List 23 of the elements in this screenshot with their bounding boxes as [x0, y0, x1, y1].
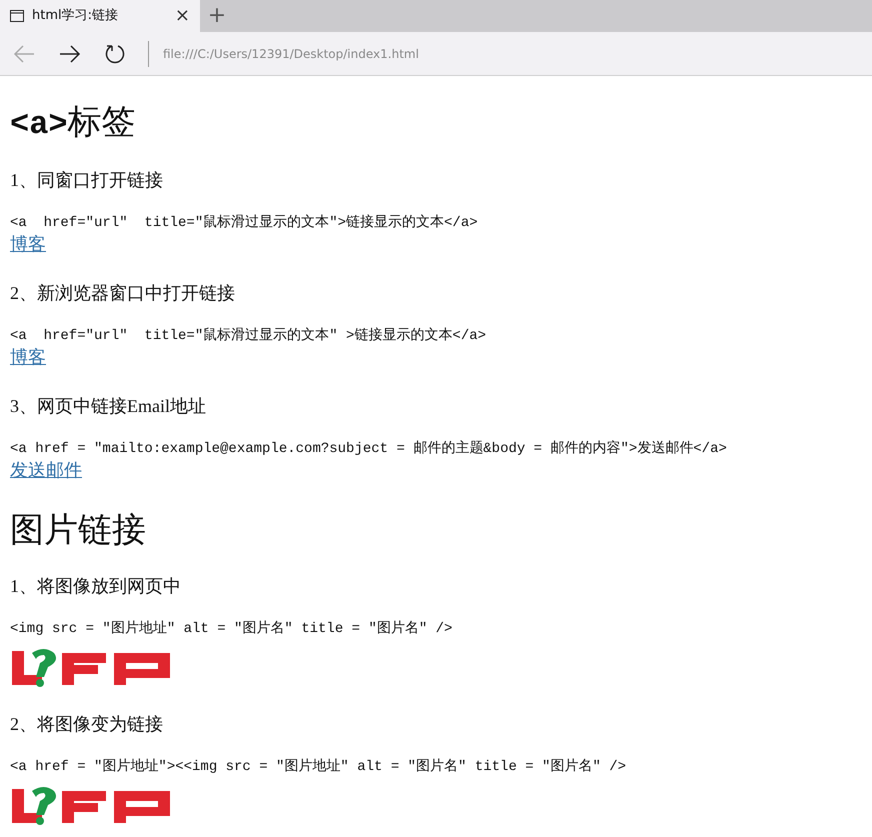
code-line: <img src = "图片地址" alt = "图片名" title = "图片名" /> — [10, 620, 454, 639]
code-line: <a href = "图片地址"><<img src = "图片地址" alt = "图片名" title = "图片名" /> — [10, 758, 628, 777]
link[interactable]: 发送邮件 — [10, 460, 82, 480]
link[interactable]: 博客 — [10, 234, 46, 254]
paragraph: 1、将图像放到网页中 — [10, 575, 182, 597]
paragraph: 2、新浏览器窗口中打开链接 — [10, 282, 236, 304]
forward-icon[interactable] — [58, 44, 82, 64]
code-line: <a href="url" title="鼠标滑过显示的文本" >链接显示的文本</a> — [10, 326, 488, 346]
browser-tab[interactable]: html学习:链接 × — [0, 0, 200, 32]
tab-title: html学习:链接 — [32, 7, 119, 26]
close-button[interactable]: × — [174, 7, 190, 25]
address-field[interactable]: file:///C:/Users/12391/Desktop/index1.html — [163, 44, 419, 62]
window-icon — [10, 10, 24, 22]
new-tab-button[interactable]: + — [200, 0, 234, 32]
heading: <a>标签 — [10, 103, 137, 145]
refresh-icon[interactable] — [104, 42, 126, 64]
paragraph: 3、网页中链接Email地址 — [10, 395, 207, 417]
code-line: <a href = "mailto:example@example.com?subject = 邮件的主题&body = 邮件的内容">发送邮件</a> — [10, 439, 728, 459]
link[interactable]: 博客 — [10, 347, 46, 367]
paragraph: 2、将图像变为链接 — [10, 713, 164, 735]
paragraph: 1、同窗口打开链接 — [10, 169, 164, 191]
heading: 图片链接 — [10, 511, 147, 551]
code-line: <a href="url" title="鼠标滑过显示的文本">链接显示的文本</a> — [10, 213, 479, 233]
